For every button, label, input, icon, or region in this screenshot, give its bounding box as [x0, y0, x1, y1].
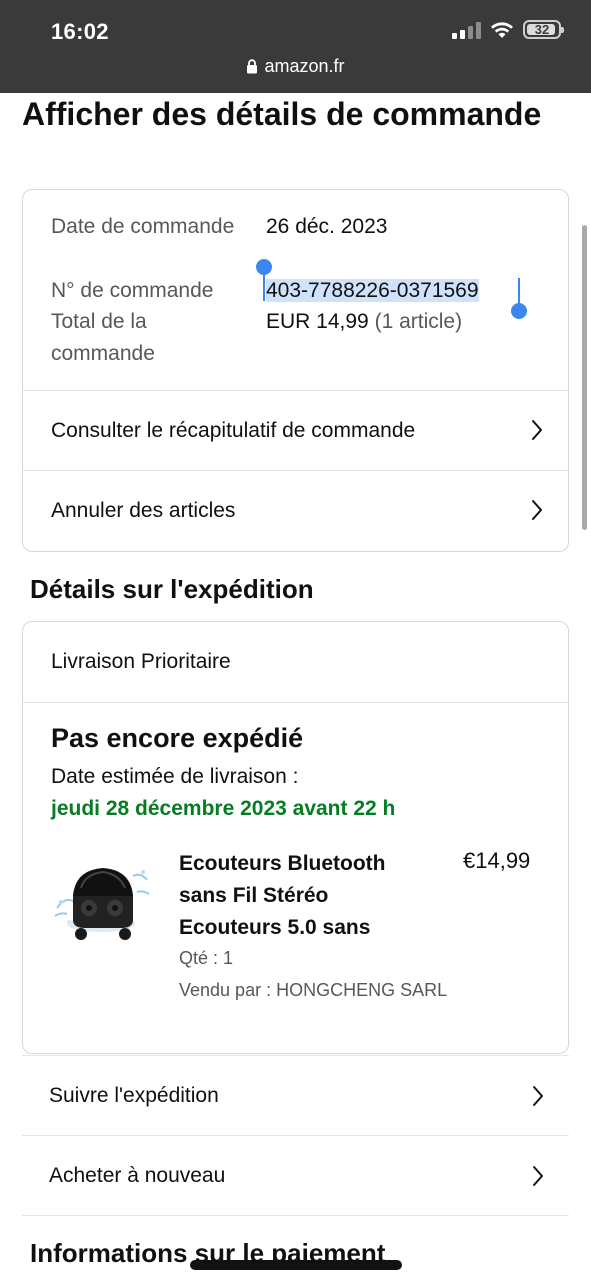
product-quantity: Qté : 1 — [179, 948, 234, 968]
selection-end-handle[interactable] — [511, 303, 527, 319]
order-number-value[interactable]: 403-7788226-0371569 — [266, 275, 479, 307]
order-number-selection[interactable]: 403-7788226-0371569 — [266, 279, 479, 302]
order-date-value: 26 déc. 2023 — [266, 215, 388, 238]
buy-again-label: Acheter à nouveau — [49, 1163, 226, 1187]
system-icons: 32 — [452, 20, 564, 39]
order-item-count: (1 article) — [374, 310, 463, 333]
status-bar: 16:02 32 amazon.fr — [0, 0, 591, 93]
lock-icon — [247, 59, 258, 74]
order-info-block: Date de commande 26 déc. 2023 N° de comm… — [23, 190, 568, 391]
order-total-value: EUR 14,99 (1 article) — [266, 306, 462, 338]
clock: 16:02 — [51, 19, 109, 44]
estimated-delivery-label: Date estimée de livraison : — [51, 765, 299, 788]
cancel-items-link[interactable]: Annuler des articles — [23, 471, 568, 551]
product-image[interactable] — [51, 850, 155, 946]
chevron-right-icon — [532, 500, 542, 520]
product-title[interactable]: Ecouteurs Bluetooth sans Fil Stéréo Ecou… — [179, 848, 429, 944]
order-total-label: Total de la commande — [51, 310, 155, 365]
shipping-type: Livraison Prioritaire — [23, 622, 568, 703]
order-info-card: Date de commande 26 déc. 2023 N° de comm… — [22, 189, 569, 552]
shipping-heading: Détails sur l'expédition — [30, 574, 314, 604]
product-seller: Vendu par : HONGCHENG SARL — [179, 980, 448, 1000]
product-price: €14,99 — [463, 848, 531, 873]
order-date-label: Date de commande — [51, 215, 235, 238]
order-total-amount: EUR 14,99 — [266, 310, 369, 333]
cellular-signal-icon — [452, 21, 481, 39]
selection-end-caret — [518, 278, 520, 306]
chevron-right-icon — [533, 1086, 543, 1106]
buy-again-link[interactable]: Acheter à nouveau — [22, 1135, 569, 1216]
view-order-summary-link[interactable]: Consulter le récapitulatif de commande — [23, 391, 568, 471]
shipment-card: Livraison Prioritaire Pas encore expédié… — [22, 621, 569, 1054]
track-shipment-link[interactable]: Suivre l'expédition — [22, 1055, 569, 1136]
order-number-label: N° de commande — [51, 279, 214, 302]
home-indicator[interactable] — [190, 1260, 402, 1270]
cancel-items-label: Annuler des articles — [51, 499, 236, 522]
chevron-right-icon — [533, 1166, 543, 1186]
page-title: Afficher des détails de commande — [22, 96, 542, 132]
chevron-right-icon — [532, 420, 542, 440]
url-text: amazon.fr — [264, 56, 345, 76]
track-shipment-label: Suivre l'expédition — [49, 1084, 219, 1107]
shipment-status: Pas encore expédié — [51, 723, 304, 753]
estimated-delivery-date: jeudi 28 décembre 2023 avant 22 h — [51, 797, 396, 820]
selection-start-caret — [263, 273, 265, 301]
address-bar[interactable]: amazon.fr — [0, 56, 591, 77]
battery-level: 32 — [534, 22, 550, 37]
scrollbar[interactable] — [582, 225, 587, 530]
battery-icon: 32 — [523, 20, 564, 39]
view-order-summary-label: Consulter le récapitulatif de commande — [51, 418, 416, 442]
wifi-icon — [491, 21, 513, 38]
